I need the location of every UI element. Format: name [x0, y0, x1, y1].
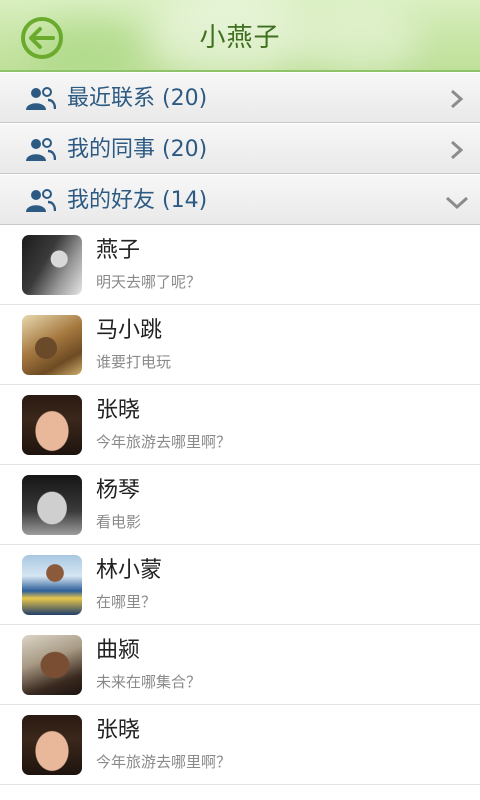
group-colleagues[interactable]: 我的同事 (20) — [0, 123, 480, 174]
avatar — [22, 315, 82, 375]
avatar — [22, 475, 82, 535]
contact-list-item[interactable]: 张晓 今年旅游去哪里啊？ — [0, 385, 480, 465]
contact-message: 今年旅游去哪里啊？ — [96, 753, 232, 771]
contact-list-item[interactable]: 曲颍 未来在哪集合？ — [0, 625, 480, 705]
contact-name: 燕子 — [96, 238, 141, 263]
contact-list-item[interactable]: 杨琴 看电影 — [0, 465, 480, 545]
people-icon — [26, 87, 56, 110]
group-label: 我的好友 (14) — [67, 188, 208, 213]
avatar — [22, 555, 82, 615]
avatar — [22, 395, 82, 455]
avatar — [22, 635, 82, 695]
chevron-right-icon — [451, 89, 464, 109]
contact-name: 张晓 — [96, 718, 141, 743]
contact-name: 曲颍 — [96, 638, 141, 663]
people-icon — [26, 138, 56, 161]
title-bar: 小燕子 — [0, 0, 480, 72]
contact-name: 林小蒙 — [96, 558, 163, 583]
contact-list-item[interactable]: 张晓 今年旅游去哪里啊？ — [0, 705, 480, 785]
contact-name: 马小跳 — [96, 318, 163, 343]
contact-message: 在哪里？ — [96, 593, 157, 611]
contact-message: 未来在哪集合？ — [96, 673, 202, 691]
page-title: 小燕子 — [199, 23, 281, 53]
group-label: 我的同事 (20) — [67, 137, 208, 162]
group-label: 最近联系 (20) — [67, 86, 208, 111]
people-icon — [26, 189, 56, 212]
chevron-down-icon — [445, 196, 469, 210]
contact-message: 看电影 — [96, 513, 142, 531]
avatar — [22, 235, 82, 295]
contact-name: 张晓 — [96, 398, 141, 423]
contact-message: 谁要打电玩 — [96, 353, 172, 371]
avatar — [22, 715, 82, 775]
contact-message: 明天去哪了呢？ — [96, 273, 202, 291]
contact-list-item[interactable]: 林小蒙 在哪里？ — [0, 545, 480, 625]
contact-message: 今年旅游去哪里啊？ — [96, 433, 232, 451]
group-recent-contacts[interactable]: 最近联系 (20) — [0, 72, 480, 123]
contact-list-item[interactable]: 马小跳 谁要打电玩 — [0, 305, 480, 385]
contact-list-item[interactable]: 燕子 明天去哪了呢？ — [0, 225, 480, 305]
contact-name: 杨琴 — [96, 478, 141, 503]
chevron-right-icon — [451, 140, 464, 160]
group-friends[interactable]: 我的好友 (14) — [0, 174, 480, 225]
